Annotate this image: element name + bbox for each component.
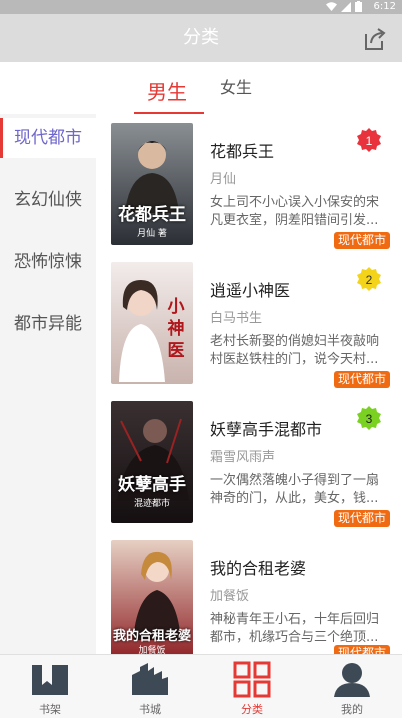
category-fantasy-xianxia[interactable]: 玄幻仙侠 [0, 180, 96, 220]
category-tag: 现代都市 [333, 645, 390, 654]
book-description: 女上司不小心误入小保安的宋凡更衣室，阴差阳错间引发... [210, 195, 380, 228]
gender-tabs: 男生 女生 [0, 62, 402, 114]
signal-icon [341, 1, 351, 12]
nav-bookshelf[interactable]: 书架 [0, 655, 100, 719]
book-title[interactable]: 逍遥小神医 [210, 277, 290, 301]
book-author: 白马书生 [210, 311, 263, 326]
nav-mine[interactable]: 我的 [302, 655, 402, 719]
rank-number: 1 [366, 134, 373, 148]
book-cover[interactable]: 小神医 [111, 262, 193, 384]
book-item[interactable]: 花都兵王 月仙 著 花都兵王 月仙 女上司不小心误入小保安的宋凡更衣室，阴差阳错… [96, 114, 402, 254]
book-description: 一次偶然落魄小子得到了一扇神奇的门，从此，美女，钱... [210, 473, 380, 506]
book-author: 加餐饭 [210, 589, 250, 604]
rank-badge-icon: 2 [357, 267, 381, 291]
nav-label: 我的 [341, 703, 363, 716]
book-title[interactable]: 我的合租老婆 [210, 555, 306, 579]
book-description: 神秘青年王小石，十年后回归都市，机缘巧合与三个绝顶... [210, 612, 380, 645]
nav-bookstore[interactable]: 书城 [100, 655, 200, 719]
cover-title: 花都兵王 [118, 205, 186, 225]
category-grid-icon [233, 661, 271, 698]
city-icon [132, 663, 168, 695]
book-author: 月仙 [210, 172, 237, 187]
top-bar: 分类 [0, 14, 402, 62]
tab-female[interactable]: 女生 [220, 74, 252, 98]
status-icons [326, 1, 362, 12]
book-item[interactable]: 小神医 逍遥小神医 白马书生 老村长新娶的俏媳妇半夜敲响村医赵铁柱的门，说今天村… [96, 253, 402, 393]
battery-icon [355, 1, 362, 12]
share-icon[interactable] [362, 26, 388, 52]
rank-badge-icon: 3 [357, 406, 381, 430]
bookshelf-icon [32, 665, 68, 695]
cover-author: 混迹都市 [133, 499, 170, 509]
page-title: 分类 [183, 27, 219, 48]
rank-number: 3 [366, 412, 373, 426]
category-sidebar: 现代都市 玄幻仙侠 恐怖惊悚 都市异能 [0, 114, 96, 654]
book-title[interactable]: 花都兵王 [210, 138, 274, 162]
cover-title: 我的合租老婆 [112, 629, 191, 644]
rank-badge-icon: 1 [357, 128, 381, 152]
status-time: 6:12 [373, 1, 396, 12]
category-urban-ability[interactable]: 都市异能 [0, 304, 96, 344]
book-author: 霜雪风雨声 [210, 450, 276, 465]
wifi-icon [326, 1, 337, 11]
cover-title: 小神医 [167, 297, 185, 361]
book-cover[interactable]: 妖孽高手 混迹都市 [111, 401, 193, 523]
book-list: 花都兵王 月仙 著 花都兵王 月仙 女上司不小心误入小保安的宋凡更衣室，阴差阳错… [96, 114, 402, 654]
book-cover[interactable]: 花都兵王 月仙 著 [111, 123, 193, 245]
category-horror-thriller[interactable]: 恐怖惊悚 [0, 242, 96, 282]
book-item[interactable]: 妖孽高手 混迹都市 妖孽高手混都市 霜雪风雨声 一次偶然落魄小子得到了一扇神奇的… [96, 392, 402, 532]
cover-author: 月仙 著 [137, 229, 167, 239]
nav-category[interactable]: 分类 [202, 655, 302, 719]
rank-number: 2 [366, 273, 373, 287]
nav-label: 书架 [39, 703, 61, 716]
book-description: 老村长新娶的俏媳妇半夜敲响村医赵铁柱的门，说今天村... [210, 334, 380, 367]
category-tag: 现代都市 [333, 510, 390, 527]
book-title[interactable]: 妖孽高手混都市 [210, 416, 322, 440]
book-cover[interactable]: 我的合租老婆 加餐饭 [111, 540, 193, 654]
person-icon [334, 663, 370, 697]
tab-male[interactable]: 男生 [147, 76, 187, 105]
category-modern-city[interactable]: 现代都市 [0, 118, 96, 158]
category-tag: 现代都市 [333, 232, 390, 249]
cover-author: 加餐饭 [138, 646, 166, 654]
status-bar: 6:12 [0, 0, 402, 14]
category-tag: 现代都市 [333, 371, 390, 388]
book-item[interactable]: 我的合租老婆 加餐饭 我的合租老婆 加餐饭 神秘青年王小石，十年后回归都市，机缘… [96, 531, 402, 654]
nav-label: 分类 [241, 703, 263, 716]
cover-title: 妖孽高手 [118, 475, 186, 495]
nav-label: 书城 [139, 703, 161, 716]
bottom-nav: 书架 书城 分类 我的 [0, 654, 402, 718]
